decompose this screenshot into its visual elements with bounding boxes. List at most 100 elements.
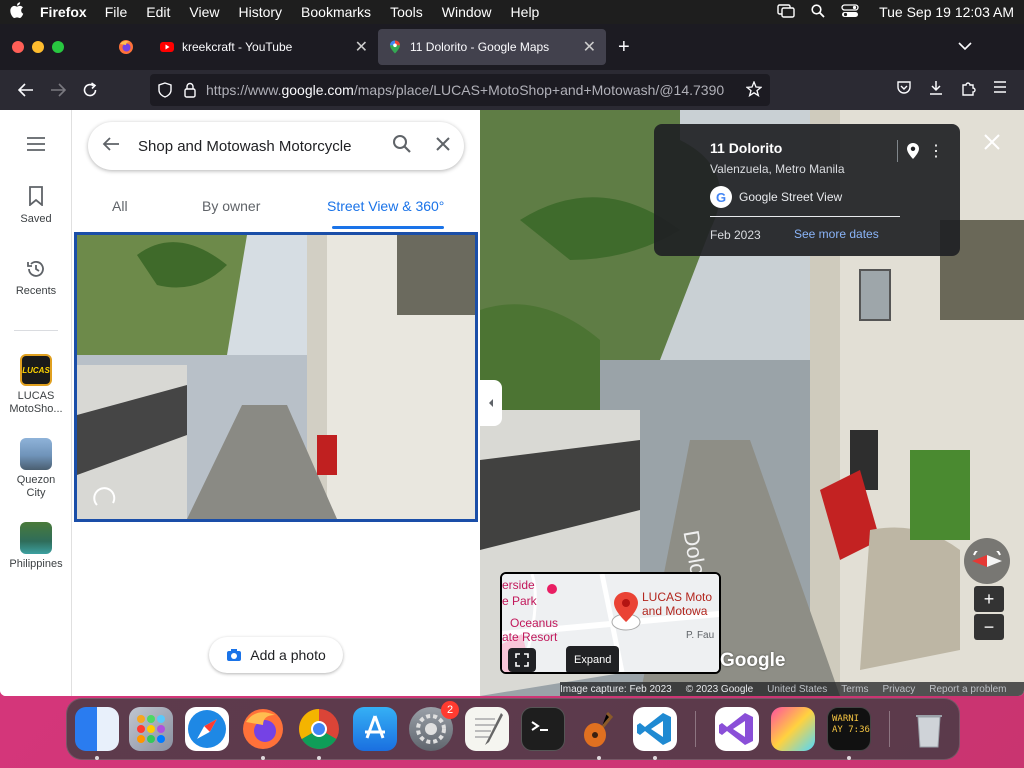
terminal-icon[interactable] (521, 707, 565, 751)
see-more-dates-link[interactable]: See more dates (794, 227, 879, 241)
recent-place-lucas[interactable]: LUCAS LUCAS MotoSho... (0, 354, 72, 416)
reload-button[interactable] (74, 74, 106, 106)
menu-clock[interactable]: Tue Sep 19 12:03 AM (879, 4, 1014, 20)
url-bar[interactable]: https://www.google.com/maps/place/LUCAS+… (150, 74, 770, 106)
finder-icon[interactable] (75, 707, 119, 751)
shield-icon[interactable] (158, 82, 172, 98)
reload-icon (83, 82, 97, 97)
recent-place-philippines[interactable]: Philippines (0, 522, 72, 570)
lock-icon[interactable] (184, 82, 196, 98)
tab-all[interactable]: All (112, 198, 128, 214)
rail-saved-label: Saved (20, 213, 52, 225)
safari-icon[interactable] (185, 707, 229, 751)
minimize-window-button[interactable] (32, 41, 44, 53)
app-store-icon[interactable] (353, 707, 397, 751)
menu-bar: Firefox File Edit View History Bookmarks… (0, 0, 1024, 24)
expand-map-button[interactable]: Expand (566, 646, 620, 672)
rail-recents-button[interactable]: Recents (0, 258, 72, 297)
street-view-viewer[interactable]: Dolorito 11 Dolorito Valenzuela, Metro M… (480, 110, 1024, 696)
back-button[interactable] (10, 74, 42, 106)
menu-window[interactable]: Window (442, 4, 492, 20)
trash-icon[interactable] (907, 707, 951, 751)
collapse-panel-button[interactable] (480, 380, 502, 426)
firefox-icon (119, 40, 133, 54)
map-label-place: LUCAS Moto (642, 590, 713, 604)
forward-button[interactable] (42, 74, 74, 106)
menu-bookmarks[interactable]: Bookmarks (301, 4, 371, 20)
privacy-link[interactable]: Privacy (882, 684, 915, 695)
mini-map[interactable]: erside e Park Oceanus ate Resort LUCAS M… (500, 572, 721, 674)
search-box[interactable]: Shop and Motowash Motorcycle (88, 122, 464, 170)
search-icon[interactable] (392, 134, 412, 158)
downloads-icon[interactable] (928, 80, 944, 101)
system-settings-icon[interactable]: 2 (409, 701, 459, 751)
bookmark-star-icon[interactable] (745, 79, 763, 100)
textedit-icon[interactable] (465, 707, 509, 751)
fullscreen-map-button[interactable] (508, 648, 536, 672)
location-pin-icon[interactable] (906, 142, 920, 165)
street-view-thumbnail[interactable] (74, 232, 478, 522)
visual-studio-icon[interactable] (715, 707, 759, 751)
imagery-source-label: Google Street View (739, 190, 843, 204)
tab-youtube[interactable]: kreekcraft - YouTube ✕ (150, 29, 378, 65)
control-center-icon[interactable] (841, 3, 859, 21)
back-arrow-icon[interactable] (102, 136, 120, 156)
active-tab-indicator (332, 226, 444, 229)
hamburger-menu-icon[interactable] (992, 80, 1008, 101)
running-indicator (597, 756, 601, 760)
menu-tools[interactable]: Tools (390, 4, 423, 20)
launchpad-icon[interactable] (129, 707, 173, 751)
tab-bar: kreekcraft - YouTube ✕ 11 Dolorito - Goo… (0, 24, 1024, 70)
menu-file[interactable]: File (105, 4, 128, 20)
dock-separator (889, 711, 890, 747)
close-window-button[interactable] (12, 41, 24, 53)
recent-place-quezon-city[interactable]: Quezon City (0, 438, 72, 500)
add-photo-button[interactable]: Add a photo (209, 637, 343, 673)
menu-history[interactable]: History (238, 4, 282, 20)
zoom-out-button[interactable]: − (974, 614, 1004, 640)
menu-edit[interactable]: Edit (146, 4, 170, 20)
apple-icon[interactable] (10, 2, 24, 22)
console-warning-text: WARNI AY 7:36 (832, 714, 870, 735)
maps-menu-button[interactable] (0, 136, 72, 155)
tab-by-owner[interactable]: By owner (202, 198, 260, 214)
app-name[interactable]: Firefox (40, 4, 87, 20)
close-street-view-icon[interactable] (984, 130, 1000, 156)
new-tab-button[interactable]: + (618, 36, 630, 59)
vscode-icon[interactable] (633, 707, 677, 751)
tab-google-maps[interactable]: 11 Dolorito - Google Maps ✕ (378, 29, 606, 65)
close-tab-icon[interactable]: ✕ (583, 37, 596, 57)
chrome-icon[interactable] (297, 707, 341, 751)
map-label: Oceanus (510, 616, 559, 630)
terms-link[interactable]: Terms (841, 684, 868, 695)
screen-mirroring-icon[interactable] (777, 3, 795, 21)
close-tab-icon[interactable]: ✕ (355, 37, 368, 57)
recent-place-label: LUCAS MotoSho... (9, 390, 63, 415)
clear-search-icon[interactable] (436, 137, 450, 155)
firefox-view-button[interactable] (102, 39, 150, 55)
firefox-dock-icon[interactable] (241, 707, 285, 751)
console-icon[interactable]: WARNI AY 7:36 (827, 707, 871, 751)
rail-saved-button[interactable]: Saved (0, 186, 72, 225)
region-link[interactable]: United States (767, 684, 827, 695)
bookmark-icon (29, 186, 43, 207)
list-all-tabs-button[interactable] (958, 38, 972, 56)
report-problem-link[interactable]: Report a problem (929, 684, 1006, 695)
zoom-window-button[interactable] (52, 41, 64, 53)
zoom-in-button[interactable]: + (974, 586, 1004, 612)
garageband-icon[interactable] (577, 707, 621, 751)
more-options-icon[interactable]: ⋮ (928, 141, 944, 161)
add-photo-label: Add a photo (250, 647, 326, 663)
search-input[interactable]: Shop and Motowash Motorcycle (138, 138, 382, 155)
url-text: https://www.google.com/maps/place/LUCAS+… (206, 82, 725, 98)
menu-view[interactable]: View (189, 4, 219, 20)
tab-street-view-360[interactable]: Street View & 360° (327, 198, 444, 214)
pocket-icon[interactable] (896, 80, 912, 101)
map-label: e Park (502, 594, 537, 608)
compass-control[interactable] (964, 538, 1010, 584)
spotlight-search-icon[interactable] (811, 3, 825, 21)
extensions-icon[interactable] (960, 80, 976, 101)
preview-icon[interactable] (771, 707, 815, 751)
menu-help[interactable]: Help (511, 4, 540, 20)
camera-icon (227, 649, 242, 661)
